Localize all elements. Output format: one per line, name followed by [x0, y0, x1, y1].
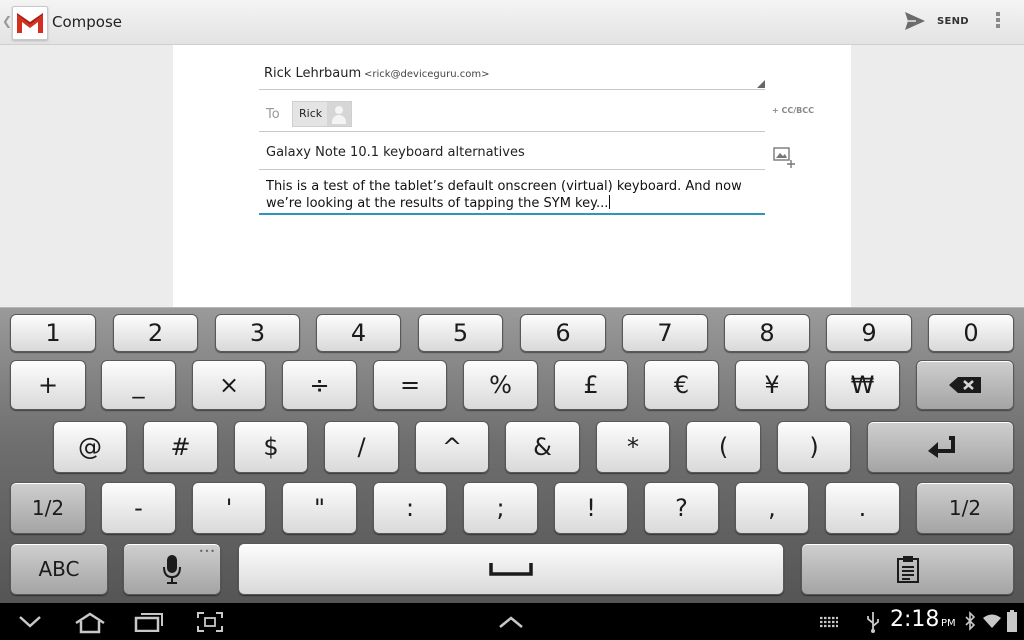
- key-comma[interactable]: ,: [735, 482, 809, 534]
- key-won[interactable]: ₩: [825, 360, 900, 410]
- clipboard-icon: [896, 556, 919, 583]
- system-navigation-bar: 2:18 PM: [0, 603, 1024, 640]
- key-quote[interactable]: ": [282, 482, 357, 534]
- key-question[interactable]: ?: [644, 482, 719, 534]
- microphone-icon: [163, 555, 181, 584]
- key-6[interactable]: 6: [520, 314, 606, 352]
- keyboard-status-icon: [820, 616, 838, 628]
- back-caret-icon[interactable]: ❮: [2, 14, 12, 28]
- key-close-paren[interactable]: ): [777, 421, 851, 473]
- key-euro[interactable]: €: [644, 360, 719, 410]
- bluetooth-icon: [965, 611, 976, 631]
- key-caret[interactable]: ^: [415, 421, 489, 473]
- key-pound[interactable]: £: [554, 360, 628, 410]
- key-8[interactable]: 8: [724, 314, 810, 352]
- abc-key[interactable]: ABC: [10, 543, 108, 595]
- key-0[interactable]: 0: [928, 314, 1014, 352]
- key-colon[interactable]: :: [373, 482, 447, 534]
- backspace-icon: [949, 377, 981, 393]
- status-clock: 2:18: [890, 607, 940, 632]
- key-7[interactable]: 7: [622, 314, 708, 352]
- compose-sheet: Rick Lehrbaum <rick@deviceguru.com> To R…: [173, 45, 851, 307]
- wifi-icon: [983, 614, 1001, 628]
- key-exclamation[interactable]: !: [554, 482, 628, 534]
- gmail-logo-icon[interactable]: [12, 6, 48, 40]
- page-toggle-key-left[interactable]: 1/2: [10, 482, 86, 534]
- enter-icon: [927, 436, 955, 458]
- battery-icon: [1007, 610, 1017, 632]
- key-equals[interactable]: =: [373, 360, 447, 410]
- app-title: Compose: [52, 13, 123, 31]
- key-2[interactable]: 2: [113, 314, 198, 352]
- to-label: To: [266, 107, 280, 122]
- home-icon[interactable]: [74, 612, 106, 634]
- send-icon: [905, 12, 925, 30]
- clipboard-key[interactable]: [801, 543, 1014, 595]
- page-toggle-key-right[interactable]: 1/2: [916, 482, 1014, 534]
- space-icon: [489, 563, 533, 576]
- hide-keyboard-icon[interactable]: [18, 615, 42, 629]
- more-options-dots: •••: [198, 547, 216, 556]
- key-5[interactable]: 5: [418, 314, 503, 352]
- subject-field[interactable]: Galaxy Note 10.1 keyboard alternatives: [259, 137, 765, 170]
- key-asterisk[interactable]: *: [596, 421, 670, 473]
- key-open-paren[interactable]: (: [686, 421, 761, 473]
- backspace-key[interactable]: [916, 360, 1014, 410]
- recipient-chip[interactable]: Rick: [292, 101, 352, 127]
- key-3[interactable]: 3: [215, 314, 300, 352]
- key-at[interactable]: @: [53, 421, 127, 473]
- to-field[interactable]: To Rick: [259, 97, 765, 132]
- send-button[interactable]: SEND: [900, 8, 972, 36]
- key-yen[interactable]: ¥: [735, 360, 809, 410]
- key-apostrophe[interactable]: ': [192, 482, 266, 534]
- send-label: SEND: [937, 16, 969, 27]
- enter-key[interactable]: [867, 421, 1014, 473]
- screenshot-icon[interactable]: [196, 611, 224, 633]
- key-semicolon[interactable]: ;: [463, 482, 538, 534]
- key-4[interactable]: 4: [316, 314, 401, 352]
- recent-apps-icon[interactable]: [134, 612, 164, 632]
- key-underscore[interactable]: _: [101, 360, 176, 410]
- status-clock-ampm: PM: [941, 618, 956, 629]
- from-name: Rick Lehrbaum: [264, 66, 362, 81]
- key-divide[interactable]: ÷: [282, 360, 357, 410]
- dropdown-triangle-icon: [757, 80, 765, 88]
- key-slash[interactable]: /: [324, 421, 399, 473]
- message-body-field[interactable]: This is a test of the tablet’s default o…: [259, 175, 765, 215]
- key-period[interactable]: .: [825, 482, 900, 534]
- key-plus[interactable]: +: [10, 360, 86, 410]
- usb-icon: [867, 612, 879, 633]
- space-key[interactable]: [238, 543, 784, 595]
- key-multiply[interactable]: ×: [192, 360, 266, 410]
- contact-avatar-icon: [327, 102, 351, 126]
- overflow-menu-icon[interactable]: [988, 10, 1008, 34]
- add-cc-bcc-button[interactable]: + CC/BCC: [772, 106, 814, 115]
- key-percent[interactable]: %: [463, 360, 538, 410]
- onscreen-keyboard: 1 2 3 4 5 6 7 8 9 0 + _ × ÷ = % £ € ¥ ₩ …: [0, 307, 1024, 604]
- subject-text: Galaxy Note 10.1 keyboard alternatives: [266, 145, 525, 160]
- message-body-text: This is a test of the tablet’s default o…: [266, 179, 742, 211]
- key-hyphen[interactable]: -: [101, 482, 176, 534]
- mini-apps-tray-icon[interactable]: [498, 615, 524, 629]
- voice-input-key[interactable]: •••: [123, 543, 221, 595]
- text-cursor: [609, 195, 611, 209]
- attach-picture-icon[interactable]: [773, 145, 797, 169]
- key-9[interactable]: 9: [826, 314, 912, 352]
- key-dollar[interactable]: $: [234, 421, 308, 473]
- key-ampersand[interactable]: &: [505, 421, 580, 473]
- action-bar: ❮ Compose SEND: [0, 0, 1024, 45]
- key-hash[interactable]: #: [143, 421, 218, 473]
- recipient-chip-name: Rick: [299, 107, 323, 120]
- from-address: <rick@deviceguru.com>: [364, 69, 490, 80]
- from-account-selector[interactable]: Rick Lehrbaum <rick@deviceguru.com>: [259, 65, 765, 90]
- key-1[interactable]: 1: [10, 314, 96, 352]
